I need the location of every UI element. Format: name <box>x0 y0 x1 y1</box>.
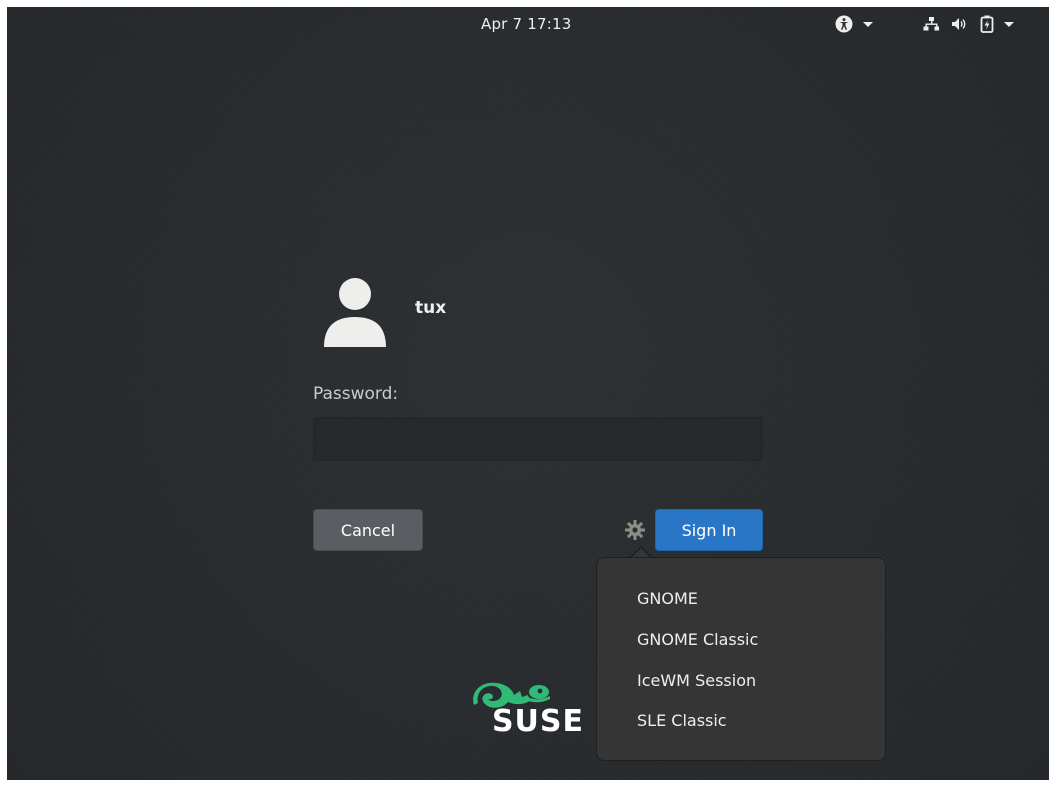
volume-icon <box>951 16 968 32</box>
network-icon <box>923 16 939 32</box>
system-menu[interactable] <box>923 13 1014 35</box>
cancel-button-label: Cancel <box>340 520 396 540</box>
session-item-gnome[interactable]: GNOME <box>637 589 698 608</box>
accessibility-menu[interactable] <box>835 13 873 35</box>
cancel-button[interactable]: Cancel <box>313 509 423 551</box>
login-screen: Apr 7 17:13 tux Password: Cancel Sign In… <box>7 7 1049 780</box>
clock[interactable]: Apr 7 17:13 <box>481 15 571 33</box>
user-avatar-icon <box>322 277 388 347</box>
chevron-down-icon <box>1004 21 1014 27</box>
suse-logo: SUSE <box>468 669 608 739</box>
gear-icon <box>624 520 646 545</box>
sign-in-button[interactable]: Sign In <box>655 509 763 551</box>
session-settings-button[interactable] <box>624 519 646 541</box>
username-label[interactable]: tux <box>415 298 446 318</box>
accessibility-icon <box>835 15 853 33</box>
top-bar: Apr 7 17:13 <box>7 7 1049 41</box>
session-menu: GNOME GNOME Classic IceWM Session SLE Cl… <box>596 557 886 761</box>
battery-icon <box>980 15 994 33</box>
sign-in-button-label: Sign In <box>681 520 737 540</box>
suse-logo-text: SUSE <box>492 704 584 735</box>
session-item-gnome-classic[interactable]: GNOME Classic <box>637 630 758 649</box>
session-item-icewm[interactable]: IceWM Session <box>637 671 756 690</box>
password-label: Password: <box>313 384 399 404</box>
password-input[interactable] <box>313 417 763 461</box>
chevron-down-icon <box>863 21 873 27</box>
session-item-sle-classic[interactable]: SLE Classic <box>637 711 727 730</box>
